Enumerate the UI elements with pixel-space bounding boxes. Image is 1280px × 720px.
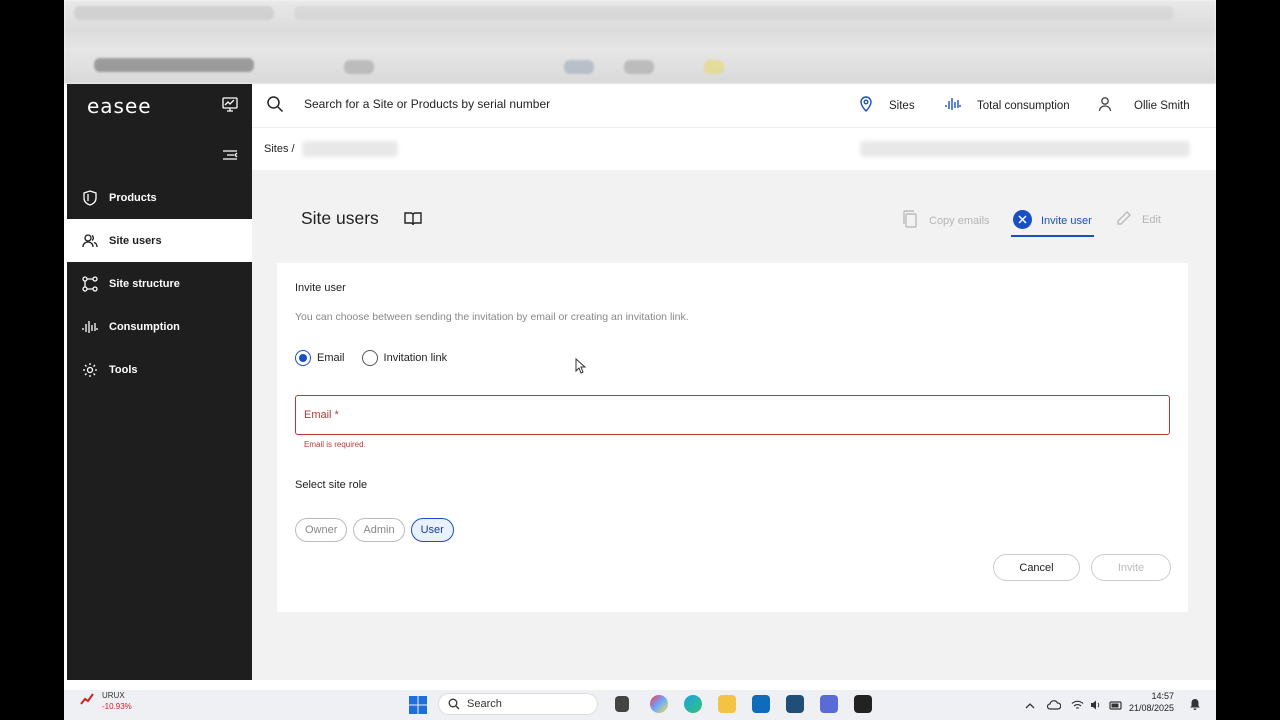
outlook-icon[interactable] [752, 695, 770, 713]
email-field-label: Email * [304, 409, 339, 421]
invite-method-group: Email Invitation link [295, 350, 464, 366]
location-pin-icon [859, 96, 881, 115]
site-role-title: Select site role [295, 479, 368, 491]
gear-icon [81, 361, 99, 379]
folder-icon[interactable] [718, 695, 736, 713]
invitation-link-radio-label[interactable]: Invitation link [384, 352, 448, 364]
video-frame: easee Products Site users Site structure… [0, 0, 1280, 720]
top-bar: Search for a Site or Products by serial … [252, 84, 1216, 128]
waveform-icon [945, 96, 969, 115]
taskbar-search[interactable]: Search [438, 693, 598, 715]
pencil-icon [1116, 210, 1132, 229]
book-icon[interactable] [404, 211, 422, 232]
email-radio-label[interactable]: Email [317, 352, 345, 364]
copilot-icon[interactable] [650, 695, 668, 713]
edit-label: Edit [1142, 213, 1161, 226]
volume-icon[interactable] [1090, 697, 1102, 715]
role-chip-user[interactable]: User [410, 518, 454, 542]
ticker-change: -10.93% [102, 702, 132, 711]
ticker-symbol: URUX [102, 691, 125, 700]
app-icon[interactable] [786, 695, 804, 713]
site-role-chips: Owner Admin User [295, 518, 460, 542]
sidebar-item-label: Products [109, 191, 157, 204]
search-icon[interactable] [266, 95, 284, 118]
breadcrumb: Sites / [252, 128, 1216, 170]
sidebar-item-label: Tools [109, 363, 138, 376]
taskbar-search-label: Search [467, 698, 502, 710]
file-explorer-icon[interactable] [615, 696, 629, 712]
search-input[interactable]: Search for a Site or Products by serial … [304, 97, 550, 111]
windows-taskbar: URUX -10.93% Search 14:57 21/08/2025 [64, 690, 1216, 720]
email-field[interactable]: Email * [295, 395, 1170, 435]
waveform-icon [81, 318, 99, 336]
invite-user-tab[interactable]: Invite user [1013, 210, 1092, 232]
blurred-browser-chrome [64, 0, 1216, 84]
battery-icon[interactable] [1109, 697, 1123, 715]
blurred-site-details [860, 141, 1190, 157]
easee-logo[interactable]: easee [87, 94, 152, 118]
notification-bell-icon[interactable] [1189, 697, 1201, 715]
sidebar-item-site-structure[interactable]: Site structure [67, 262, 252, 305]
sidebar-item-label: Site users [109, 234, 162, 247]
email-error-message: Email is required. [304, 440, 366, 449]
sidebar-item-tools[interactable]: Tools [67, 348, 252, 391]
sidebar-item-label: Consumption [109, 320, 180, 333]
sidebar-item-site-users[interactable]: Site users [67, 219, 252, 262]
users-icon [81, 232, 99, 250]
shield-icon [81, 189, 99, 207]
search-icon [448, 698, 460, 713]
copy-icon [902, 210, 918, 231]
stock-ticker[interactable]: URUX -10.93% [102, 690, 132, 712]
sidebar: easee Products Site users Site structure… [67, 84, 252, 680]
system-clock[interactable]: 14:57 21/08/2025 [1124, 690, 1174, 714]
sites-label: Sites [889, 99, 915, 112]
page-title: Site users [301, 208, 379, 228]
invite-button[interactable]: Invite [1091, 554, 1171, 581]
cancel-button[interactable]: Cancel [993, 554, 1080, 581]
copy-emails-button[interactable]: Copy emails [902, 210, 990, 231]
sidebar-item-products[interactable]: Products [67, 176, 252, 219]
stock-widget-icon[interactable] [80, 692, 94, 710]
cloud-icon[interactable] [1046, 697, 1062, 715]
role-chip-owner[interactable]: Owner [295, 518, 348, 542]
sidebar-nav: Products Site users Site structure Consu… [67, 176, 252, 391]
edge-browser-icon[interactable] [684, 695, 702, 713]
capcut-icon[interactable] [854, 695, 872, 713]
breadcrumb-sites[interactable]: Sites / [264, 143, 295, 155]
active-tab-underline [1011, 235, 1094, 237]
invite-card-description: You can choose between sending the invit… [295, 311, 689, 323]
email-radio[interactable] [295, 350, 311, 366]
wifi-icon[interactable] [1071, 697, 1084, 715]
invite-card-title: Invite user [295, 282, 346, 294]
total-consumption-link[interactable]: Total consumption [945, 96, 1070, 115]
chevron-up-icon[interactable] [1025, 697, 1035, 715]
user-name: Ollie Smith [1134, 99, 1190, 112]
monitor-icon[interactable] [222, 97, 238, 117]
app-icon[interactable] [820, 695, 838, 713]
edit-button[interactable]: Edit [1116, 210, 1161, 229]
sites-link[interactable]: Sites [859, 96, 915, 115]
user-menu[interactable]: Ollie Smith [1098, 96, 1190, 115]
copy-emails-label: Copy emails [929, 214, 990, 227]
windows-start-icon[interactable] [409, 696, 427, 719]
invite-user-label: Invite user [1041, 215, 1092, 227]
user-icon [1098, 96, 1120, 115]
collapse-menu-icon[interactable] [222, 148, 238, 166]
clock-time: 14:57 [1151, 691, 1174, 701]
role-chip-admin[interactable]: Admin [353, 518, 405, 542]
blurred-site-name [302, 141, 398, 157]
clock-date: 21/08/2025 [1128, 703, 1174, 713]
invitation-link-radio[interactable] [361, 350, 378, 366]
close-circle-icon [1013, 210, 1032, 232]
main-content: Site users Copy emails Invite user Edit … [252, 170, 1216, 680]
structure-icon [81, 275, 99, 293]
mouse-cursor-icon [575, 357, 587, 379]
total-consumption-label: Total consumption [977, 99, 1070, 112]
sidebar-item-label: Site structure [109, 277, 180, 290]
sidebar-item-consumption[interactable]: Consumption [67, 305, 252, 348]
invite-user-card: Invite user You can choose between sendi… [277, 263, 1188, 612]
